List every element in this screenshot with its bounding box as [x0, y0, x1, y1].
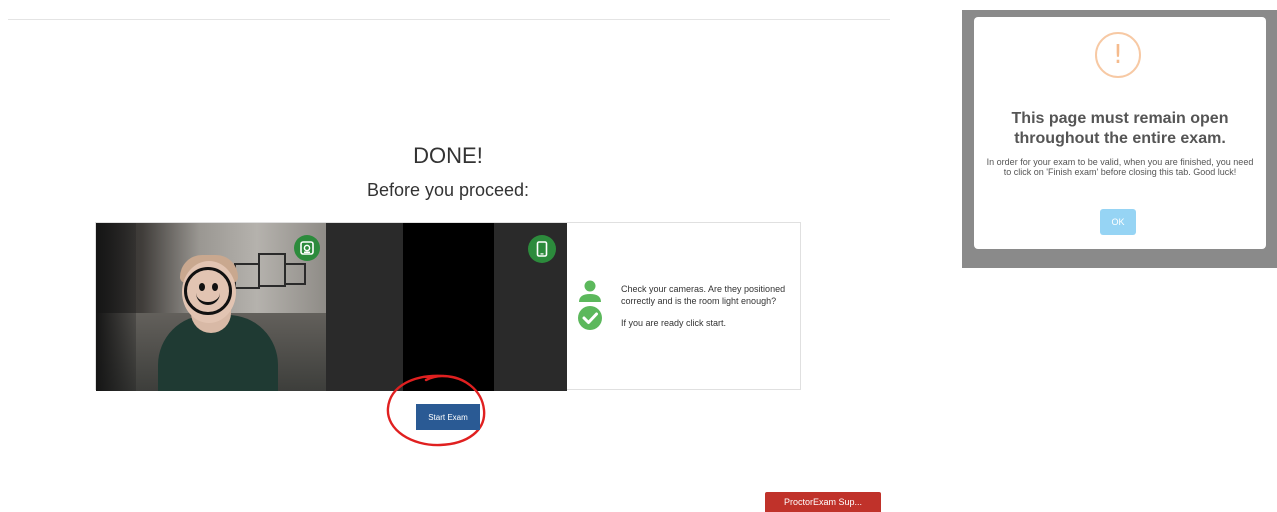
- modal-title: This page must remain open throughout th…: [1011, 110, 1229, 147]
- phone-icon: [528, 235, 556, 263]
- exclamation-icon: !: [1095, 32, 1141, 78]
- person-icon: [579, 280, 601, 302]
- check-circle-icon: [578, 306, 602, 330]
- modal-overlay: ! This page must remain open throughout …: [962, 10, 1277, 268]
- webcam-icon: [294, 235, 320, 261]
- camera-instructions: Check your cameras. Are they positioned …: [621, 283, 796, 339]
- proctorexam-support-button[interactable]: ProctorExam Sup...: [765, 492, 881, 512]
- camera-check-panel: Check your cameras. Are they positioned …: [95, 222, 801, 391]
- camera-status-icon: [577, 280, 603, 332]
- instruction-check-cameras: Check your cameras. Are they positioned …: [621, 284, 786, 306]
- proceed-subtitle: Before you proceed:: [366, 180, 530, 200]
- ok-button[interactable]: OK: [1100, 209, 1136, 235]
- warning-modal: ! This page must remain open throughout …: [974, 17, 1266, 249]
- webcam-feed: [96, 223, 326, 391]
- page: DONE! Before you proceed: Check your cam…: [0, 0, 1277, 512]
- instruction-ready: If you are ready click start.: [621, 318, 727, 328]
- start-exam-button[interactable]: Start Exam: [416, 404, 480, 430]
- done-title: DONE!: [413, 143, 483, 168]
- modal-message: In order for your exam to be valid, when…: [986, 157, 1254, 177]
- top-divider: [8, 19, 890, 20]
- smiley-face-overlay: [184, 267, 232, 315]
